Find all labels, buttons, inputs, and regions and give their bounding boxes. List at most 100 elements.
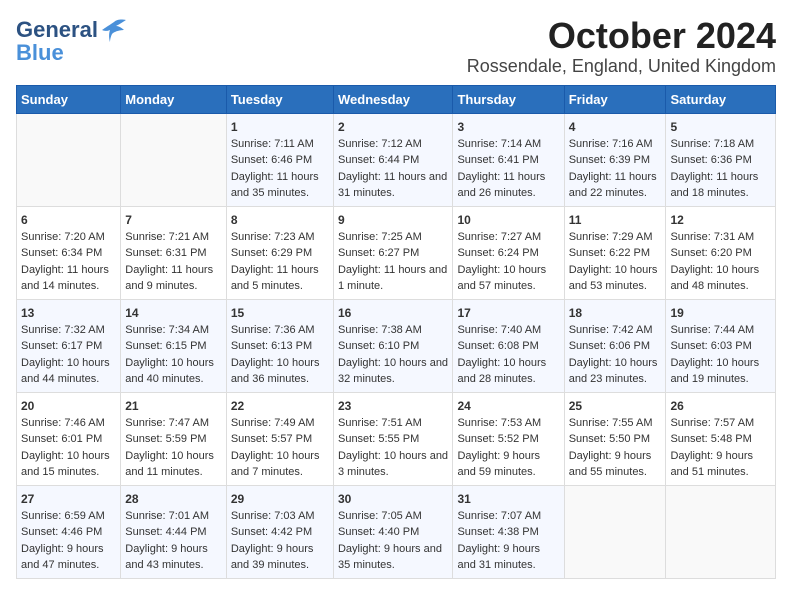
sunset-text: Sunset: 6:01 PM: [21, 433, 102, 445]
header-wednesday: Wednesday: [333, 85, 452, 113]
calendar-cell: 13 Sunrise: 7:32 AM Sunset: 6:17 PM Dayl…: [17, 299, 121, 392]
sunset-text: Sunset: 4:40 PM: [338, 526, 419, 538]
day-number: 1: [231, 118, 329, 136]
sunrise-text: Sunrise: 7:29 AM: [569, 231, 653, 243]
day-number: 24: [457, 397, 559, 415]
calendar-week-row: 13 Sunrise: 7:32 AM Sunset: 6:17 PM Dayl…: [17, 299, 776, 392]
calendar-cell: 29 Sunrise: 7:03 AM Sunset: 4:42 PM Dayl…: [226, 485, 333, 578]
sunrise-text: Sunrise: 7:25 AM: [338, 231, 422, 243]
calendar-cell: 26 Sunrise: 7:57 AM Sunset: 5:48 PM Dayl…: [666, 392, 776, 485]
daylight-text: Daylight: 11 hours and 1 minute.: [338, 264, 447, 293]
day-number: 3: [457, 118, 559, 136]
daylight-text: Daylight: 11 hours and 5 minutes.: [231, 264, 319, 293]
sunrise-text: Sunrise: 7:51 AM: [338, 417, 422, 429]
calendar-cell: 12 Sunrise: 7:31 AM Sunset: 6:20 PM Dayl…: [666, 206, 776, 299]
daylight-text: Daylight: 10 hours and 7 minutes.: [231, 450, 320, 479]
daylight-text: Daylight: 10 hours and 19 minutes.: [670, 357, 759, 386]
daylight-text: Daylight: 9 hours and 55 minutes.: [569, 450, 652, 479]
sunset-text: Sunset: 4:44 PM: [125, 526, 206, 538]
daylight-text: Daylight: 10 hours and 53 minutes.: [569, 264, 658, 293]
sunrise-text: Sunrise: 7:53 AM: [457, 417, 541, 429]
calendar-week-row: 6 Sunrise: 7:20 AM Sunset: 6:34 PM Dayli…: [17, 206, 776, 299]
calendar-cell: 5 Sunrise: 7:18 AM Sunset: 6:36 PM Dayli…: [666, 113, 776, 206]
sunset-text: Sunset: 5:52 PM: [457, 433, 538, 445]
sunrise-text: Sunrise: 7:31 AM: [670, 231, 754, 243]
sunrise-text: Sunrise: 7:47 AM: [125, 417, 209, 429]
logo-bird-icon: [100, 16, 128, 44]
sunrise-text: Sunrise: 7:57 AM: [670, 417, 754, 429]
sunset-text: Sunset: 5:50 PM: [569, 433, 650, 445]
sunset-text: Sunset: 6:44 PM: [338, 154, 419, 166]
day-number: 20: [21, 397, 116, 415]
day-number: 23: [338, 397, 448, 415]
sunset-text: Sunset: 5:59 PM: [125, 433, 206, 445]
daylight-text: Daylight: 10 hours and 40 minutes.: [125, 357, 214, 386]
calendar-table: Sunday Monday Tuesday Wednesday Thursday…: [16, 85, 776, 579]
daylight-text: Daylight: 10 hours and 28 minutes.: [457, 357, 546, 386]
day-number: 19: [670, 304, 771, 322]
sunrise-text: Sunrise: 7:36 AM: [231, 324, 315, 336]
day-number: 29: [231, 490, 329, 508]
calendar-cell: 20 Sunrise: 7:46 AM Sunset: 6:01 PM Dayl…: [17, 392, 121, 485]
calendar-cell: 1 Sunrise: 7:11 AM Sunset: 6:46 PM Dayli…: [226, 113, 333, 206]
calendar-cell: 28 Sunrise: 7:01 AM Sunset: 4:44 PM Dayl…: [121, 485, 227, 578]
header-tuesday: Tuesday: [226, 85, 333, 113]
calendar-cell: 21 Sunrise: 7:47 AM Sunset: 5:59 PM Dayl…: [121, 392, 227, 485]
sunset-text: Sunset: 6:06 PM: [569, 340, 650, 352]
sunrise-text: Sunrise: 7:23 AM: [231, 231, 315, 243]
sunrise-text: Sunrise: 7:27 AM: [457, 231, 541, 243]
header-saturday: Saturday: [666, 85, 776, 113]
header-monday: Monday: [121, 85, 227, 113]
day-number: 30: [338, 490, 448, 508]
day-number: 14: [125, 304, 222, 322]
daylight-text: Daylight: 11 hours and 18 minutes.: [670, 171, 758, 200]
header-friday: Friday: [564, 85, 666, 113]
sunrise-text: Sunrise: 7:55 AM: [569, 417, 653, 429]
daylight-text: Daylight: 10 hours and 11 minutes.: [125, 450, 214, 479]
day-number: 26: [670, 397, 771, 415]
sunset-text: Sunset: 6:41 PM: [457, 154, 538, 166]
sunrise-text: Sunrise: 7:21 AM: [125, 231, 209, 243]
day-number: 22: [231, 397, 329, 415]
day-number: 11: [569, 211, 662, 229]
day-number: 9: [338, 211, 448, 229]
calendar-week-row: 1 Sunrise: 7:11 AM Sunset: 6:46 PM Dayli…: [17, 113, 776, 206]
sunrise-text: Sunrise: 7:14 AM: [457, 138, 541, 150]
daylight-text: Daylight: 9 hours and 31 minutes.: [457, 543, 540, 572]
calendar-week-row: 20 Sunrise: 7:46 AM Sunset: 6:01 PM Dayl…: [17, 392, 776, 485]
daylight-text: Daylight: 10 hours and 15 minutes.: [21, 450, 110, 479]
day-number: 27: [21, 490, 116, 508]
calendar-cell: 2 Sunrise: 7:12 AM Sunset: 6:44 PM Dayli…: [333, 113, 452, 206]
daylight-text: Daylight: 10 hours and 57 minutes.: [457, 264, 546, 293]
sunset-text: Sunset: 6:08 PM: [457, 340, 538, 352]
sunset-text: Sunset: 6:03 PM: [670, 340, 751, 352]
sunrise-text: Sunrise: 7:49 AM: [231, 417, 315, 429]
calendar-cell: 23 Sunrise: 7:51 AM Sunset: 5:55 PM Dayl…: [333, 392, 452, 485]
daylight-text: Daylight: 11 hours and 26 minutes.: [457, 171, 545, 200]
calendar-cell: [666, 485, 776, 578]
day-number: 10: [457, 211, 559, 229]
sunset-text: Sunset: 5:48 PM: [670, 433, 751, 445]
sunrise-text: Sunrise: 7:38 AM: [338, 324, 422, 336]
calendar-cell: 30 Sunrise: 7:05 AM Sunset: 4:40 PM Dayl…: [333, 485, 452, 578]
sunset-text: Sunset: 4:46 PM: [21, 526, 102, 538]
day-number: 15: [231, 304, 329, 322]
day-number: 13: [21, 304, 116, 322]
sunset-text: Sunset: 6:34 PM: [21, 247, 102, 259]
day-number: 17: [457, 304, 559, 322]
sunrise-text: Sunrise: 7:11 AM: [231, 138, 314, 150]
logo: General Blue: [16, 16, 128, 66]
sunset-text: Sunset: 6:24 PM: [457, 247, 538, 259]
calendar-cell: 24 Sunrise: 7:53 AM Sunset: 5:52 PM Dayl…: [453, 392, 564, 485]
logo-blue: Blue: [16, 40, 64, 66]
calendar-cell: 14 Sunrise: 7:34 AM Sunset: 6:15 PM Dayl…: [121, 299, 227, 392]
sunrise-text: Sunrise: 7:44 AM: [670, 324, 754, 336]
sunrise-text: Sunrise: 6:59 AM: [21, 510, 105, 522]
sunset-text: Sunset: 6:29 PM: [231, 247, 312, 259]
calendar-cell: 25 Sunrise: 7:55 AM Sunset: 5:50 PM Dayl…: [564, 392, 666, 485]
calendar-header-row: Sunday Monday Tuesday Wednesday Thursday…: [17, 85, 776, 113]
day-number: 2: [338, 118, 448, 136]
sunset-text: Sunset: 6:22 PM: [569, 247, 650, 259]
calendar-cell: 17 Sunrise: 7:40 AM Sunset: 6:08 PM Dayl…: [453, 299, 564, 392]
sunset-text: Sunset: 5:55 PM: [338, 433, 419, 445]
